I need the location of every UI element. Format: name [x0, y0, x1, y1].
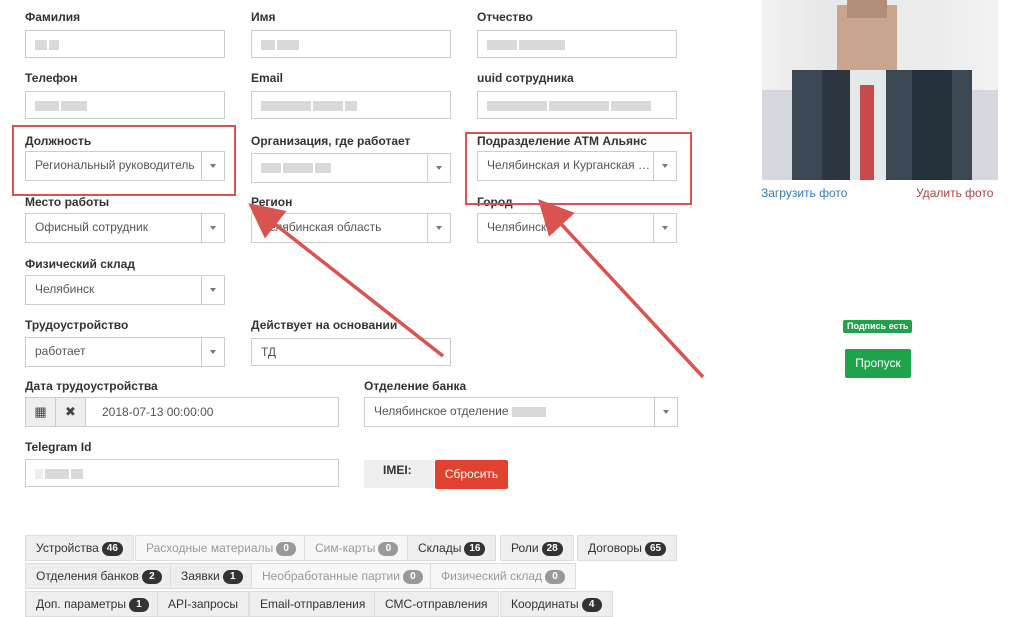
organization-label: Организация, где работает: [251, 134, 411, 148]
employment-date-value: 2018-07-13 00:00:00: [102, 405, 214, 419]
chevron-down-icon: [201, 276, 224, 304]
email-label: Email: [251, 71, 284, 85]
patronymic-label: Отчество: [477, 10, 533, 24]
bank-branch-value: Челябинское отделение: [374, 398, 653, 424]
workplace-label: Место работы: [25, 195, 110, 209]
tab-count-badge: 0: [276, 542, 297, 556]
chevron-down-icon: [427, 154, 450, 182]
imei-label: IMEI:: [383, 463, 412, 477]
tab-count-badge: 1: [222, 570, 243, 584]
tab-count-badge: 0: [545, 570, 566, 584]
tab-count-badge: 2: [141, 570, 162, 584]
chevron-down-icon: [201, 214, 224, 242]
tab-item[interactable]: Координаты 4: [500, 591, 613, 617]
uuid-label: uuid сотрудника: [477, 71, 574, 85]
warehouse-label: Физический склад: [25, 257, 135, 271]
tab-label: Устройства: [36, 541, 99, 555]
last-name-label: Фамилия: [25, 10, 81, 24]
tab-count-badge: 46: [101, 542, 123, 556]
tab-count-badge: 0: [378, 542, 399, 556]
annotation-box-division: [465, 132, 692, 205]
tab-count-badge: 65: [644, 542, 667, 556]
email-input[interactable]: [251, 91, 451, 119]
annotation-box-position: [12, 125, 236, 196]
tab-label: Расходные материалы: [146, 541, 274, 555]
first-name-input[interactable]: [251, 30, 451, 58]
tab-label: API-запросы: [168, 597, 238, 611]
tab-label: Склады: [418, 541, 462, 555]
chevron-down-icon: [654, 398, 677, 426]
first-name-label: Имя: [251, 10, 276, 24]
workplace-select[interactable]: Офисный сотрудник: [25, 213, 225, 243]
tab-item[interactable]: API-запросы: [157, 591, 249, 617]
bank-branch-select[interactable]: Челябинское отделение: [364, 397, 678, 427]
tab-label: Координаты: [511, 597, 579, 611]
tab-item[interactable]: СМС-отправления: [374, 591, 499, 617]
tab-label: Заявки: [181, 569, 220, 583]
employment-date-picker[interactable]: ▦ ✖ 2018-07-13 00:00:00: [25, 397, 339, 427]
tab-item[interactable]: Email-отправления: [249, 591, 377, 617]
tab-item[interactable]: Необработанные партии 0: [251, 563, 434, 589]
workplace-value: Офисный сотрудник: [35, 220, 148, 234]
calendar-icon[interactable]: ▦: [26, 398, 56, 426]
signature-badge: Подпись есть: [843, 320, 913, 333]
chevron-down-icon: [201, 338, 224, 366]
tab-item[interactable]: Расходные материалы 0: [135, 535, 308, 561]
upload-photo-link[interactable]: Загрузить фото: [761, 186, 847, 200]
basis-label: Действует на основании: [251, 318, 398, 332]
tab-label: Сим-карты: [315, 541, 376, 555]
delete-photo-link[interactable]: Удалить фото: [916, 186, 993, 200]
employment-value: работает: [35, 344, 86, 358]
tab-count-badge: 0: [402, 570, 423, 584]
tab-item[interactable]: Отделения банков 2: [25, 563, 173, 589]
tab-count-badge: 28: [541, 542, 563, 556]
tab-label: Доп. параметры: [36, 597, 126, 611]
telegram-label: Telegram Id: [25, 440, 92, 454]
city-value: Челябинск: [487, 220, 547, 234]
warehouse-value: Челябинск: [35, 282, 95, 296]
telegram-input[interactable]: [25, 459, 339, 487]
clear-icon[interactable]: ✖: [56, 398, 86, 426]
warehouse-select[interactable]: Челябинск: [25, 275, 225, 305]
tab-label: Отделения банков: [36, 569, 139, 583]
employee-photo: [762, 0, 998, 180]
employment-label: Трудоустройство: [25, 318, 129, 332]
last-name-input[interactable]: [25, 30, 225, 58]
bank-branch-label: Отделение банка: [364, 379, 467, 393]
employment-select[interactable]: работает: [25, 337, 225, 367]
tab-label: Договоры: [588, 541, 642, 555]
tab-label: Роли: [511, 541, 539, 555]
reset-imei-button[interactable]: Сбросить: [435, 460, 508, 489]
organization-value: [261, 154, 426, 180]
tab-item[interactable]: Склады 16: [407, 535, 497, 561]
patronymic-input[interactable]: [477, 30, 677, 58]
phone-label: Телефон: [25, 71, 78, 85]
chevron-down-icon: [653, 214, 676, 242]
pass-button[interactable]: Пропуск: [845, 349, 911, 378]
tab-item[interactable]: Договоры 65: [577, 535, 678, 561]
tab-label: Email-отправления: [260, 597, 366, 611]
region-label: Регион: [251, 195, 293, 209]
tab-label: СМС-отправления: [385, 597, 488, 611]
organization-select[interactable]: [251, 153, 451, 183]
tab-item[interactable]: Доп. параметры 1: [25, 591, 160, 617]
employment-date-label: Дата трудоустройства: [25, 379, 158, 393]
uuid-input[interactable]: [477, 91, 677, 119]
tab-label: Необработанные партии: [262, 569, 400, 583]
chevron-down-icon: [427, 214, 450, 242]
phone-input[interactable]: [25, 91, 225, 119]
basis-input[interactable]: ТД: [251, 338, 451, 366]
tab-item[interactable]: Физический склад 0: [430, 563, 577, 589]
tab-item[interactable]: Заявки 1: [170, 563, 254, 589]
tab-item[interactable]: Роли 28: [500, 535, 574, 561]
tab-label: Физический склад: [441, 569, 543, 583]
city-select[interactable]: Челябинск: [477, 213, 677, 243]
tab-item[interactable]: Сим-карты 0: [304, 535, 410, 561]
tab-count-badge: 16: [464, 542, 486, 556]
region-select[interactable]: Челябинская область: [251, 213, 451, 243]
tab-item[interactable]: Устройства 46: [25, 535, 134, 561]
region-value: Челябинская область: [261, 220, 382, 234]
